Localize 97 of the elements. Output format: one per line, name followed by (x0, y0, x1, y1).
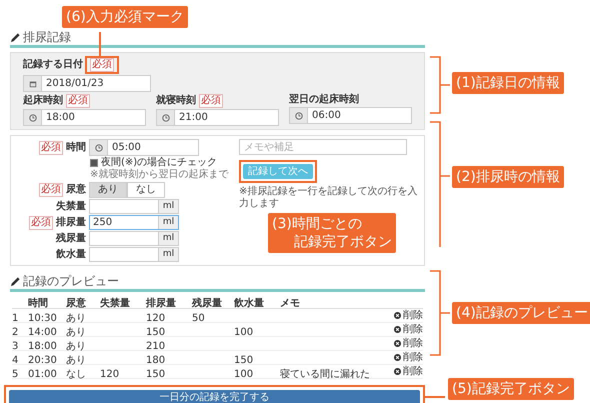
field-label: 時間 (66, 142, 86, 154)
table-cell: 14:00 (28, 326, 57, 338)
table-cell: 120 (100, 368, 120, 380)
table-cell: 150 (146, 368, 166, 380)
required-badge: 必須 (29, 216, 53, 230)
delete-link[interactable]: 削除 (394, 366, 423, 378)
row-number: 3 (12, 340, 18, 352)
delete-link[interactable]: 削除 (394, 324, 423, 336)
row-number: 2 (12, 326, 18, 338)
row-number: 1 (12, 312, 18, 324)
delete-link[interactable]: 削除 (394, 352, 423, 364)
clock-icon (28, 114, 36, 122)
callout-text: (5)記録完了ボタン (452, 380, 570, 398)
table-cell: 210 (146, 340, 166, 352)
field-label: 失禁量 (56, 200, 86, 212)
callout-text: (3)時間ごとの (272, 215, 363, 233)
time-field[interactable]: 05:00 (89, 139, 199, 156)
callout-text: 記録完了ボタン (293, 233, 392, 251)
memo-field[interactable]: メモや補足 (239, 139, 407, 155)
required-badge: 必須 (90, 58, 114, 72)
required-badge: 必須 (199, 94, 223, 108)
row-number: 5 (12, 368, 18, 380)
column-header: メモ (280, 298, 300, 309)
field-label: 就寝時刻 (156, 95, 196, 107)
table-cell: 100 (234, 326, 254, 338)
night-checkbox[interactable] (90, 159, 98, 167)
column-header: 残尿量 (192, 298, 222, 309)
column-header: 時間 (28, 298, 48, 309)
bracket-drawing (430, 56, 450, 114)
time-field[interactable]: 06:00 (289, 107, 412, 124)
delete-link[interactable]: 削除 (394, 338, 423, 350)
row-number: 4 (12, 354, 18, 366)
table-cell: 01:00 (28, 368, 57, 380)
field-label: 起床時刻 (23, 95, 63, 107)
table-cell: 120 (146, 312, 166, 324)
clock-icon (94, 144, 102, 152)
delete-icon (394, 354, 401, 361)
time-field[interactable]: 18:00 (23, 109, 146, 126)
table-cell: 50 (192, 312, 205, 324)
unit-label: ml (158, 248, 178, 261)
table-cell: 寝ている間に漏れた (280, 368, 370, 380)
unit-label: ml (158, 216, 178, 229)
column-header: 失禁量 (100, 298, 130, 309)
amount-field[interactable]: 250 ml (89, 215, 179, 230)
calendar-icon (28, 80, 36, 88)
delete-icon (394, 340, 401, 347)
table-cell: 20:30 (28, 354, 57, 366)
unit-label: ml (158, 232, 178, 245)
column-header: 排尿量 (146, 298, 176, 309)
time-field[interactable]: 21:00 (156, 109, 279, 126)
required-badge: 必須 (39, 140, 63, 154)
table-cell: あり (66, 312, 86, 324)
column-header: 飲水量 (234, 298, 264, 309)
field-label: 残尿量 (56, 232, 86, 244)
section-title: 排尿記録 (23, 30, 71, 44)
time-field[interactable]: 2018/01/23 (23, 75, 151, 92)
required-badge: 必須 (39, 183, 63, 197)
delete-link[interactable]: 削除 (394, 310, 423, 322)
clock-icon (294, 112, 302, 120)
complete-button[interactable]: 一日分の記録を完了する (9, 390, 420, 403)
delete-icon (394, 312, 401, 319)
pencil-icon (10, 276, 21, 286)
pencil-icon (10, 32, 21, 42)
callout-text: (2)排尿時の情報 (456, 168, 560, 186)
table-cell: 100 (234, 368, 254, 380)
field-label: 飲水量 (56, 248, 86, 260)
table-cell: あり (66, 326, 86, 338)
table-cell: なし (66, 368, 86, 380)
callout-text: (6)入力必須マーク (66, 8, 184, 26)
amount-field[interactable]: ml (89, 231, 179, 246)
field-label: 尿意 (66, 184, 86, 196)
table-cell: 10:30 (28, 312, 57, 324)
checkbox-label: 夜間(※)の場合にチェック (101, 157, 218, 168)
callout-text: (4)記録のプレビュー (456, 304, 588, 322)
table-cell: あり (66, 354, 86, 366)
unit-label: ml (158, 200, 178, 213)
table-cell: 150 (146, 326, 166, 338)
required-badge: 必須 (66, 94, 90, 108)
section-title: 記録のプレビュー (23, 274, 119, 288)
toggle-option[interactable]: あり (89, 182, 127, 198)
clock-icon (162, 114, 170, 122)
field-label: 翌日の起床時刻 (289, 94, 359, 106)
callout-text: (1)記録日の情報 (456, 74, 560, 92)
field-label: 排尿量 (56, 216, 86, 228)
delete-icon (394, 326, 401, 333)
toggle-option[interactable]: なし (127, 182, 165, 198)
table-cell: 18:00 (28, 340, 57, 352)
column-header: 尿意 (66, 298, 86, 309)
amount-field[interactable]: ml (89, 199, 179, 214)
field-label: 記録する日付 (23, 59, 83, 71)
table-cell: 150 (234, 354, 254, 366)
note-text: ※就寝時刻から翌日の起床まで (90, 169, 230, 181)
note-text: ※排尿記録を一行を記録して次の行を入力します (239, 186, 418, 210)
table-cell: あり (66, 340, 86, 352)
delete-icon (394, 368, 401, 375)
table-cell: 180 (146, 354, 166, 366)
amount-field[interactable]: ml (89, 247, 179, 262)
